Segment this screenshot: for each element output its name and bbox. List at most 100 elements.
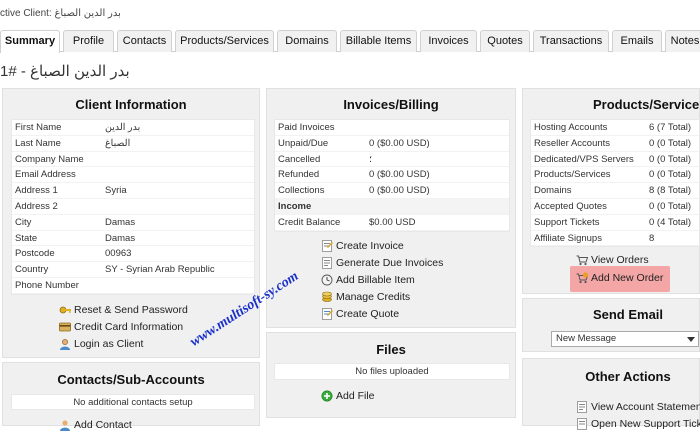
invoices-table: Paid Invoices Unpaid/Due 0 ($0.00 USD) Ca… (274, 119, 510, 232)
row-label: Postcode (15, 248, 55, 260)
link-label: View Account Statement (591, 401, 700, 413)
row-value: 0 (4 Total) (649, 216, 692, 228)
row-value: 8 (649, 232, 655, 244)
row-value: 0 (0 Total) (649, 200, 692, 212)
table-row: Email Address (12, 167, 254, 184)
row-value: 0 (0 Total) (649, 169, 692, 181)
tab-emails[interactable]: Emails (612, 30, 662, 52)
select-value: New Message (556, 333, 617, 344)
active-client-label: ctive Client: بدر الدين الصباغ (0, 8, 121, 19)
user-add-icon (60, 420, 70, 431)
statement-icon (577, 401, 587, 413)
row-label: Products/Services (534, 169, 611, 181)
table-row: Affiliate Signups 8 (531, 231, 699, 247)
row-value: $0.00 USD (369, 216, 416, 228)
quote-icon (322, 308, 333, 320)
row-value: 8 (8 Total) (649, 185, 692, 197)
link-label: Add New Order (591, 272, 664, 284)
row-label: Address 1 (15, 185, 58, 197)
tab-bar: Summary Profile Contacts Products/Servic… (0, 30, 700, 53)
row-value: الصباغ (105, 137, 131, 149)
row-label: Company Name (15, 153, 84, 165)
clock-icon (321, 274, 333, 286)
send-email-title: Send Email (592, 307, 664, 322)
link-label: Open New Support Ticket (591, 418, 700, 430)
row-label: Last Name (15, 137, 61, 149)
ticket-icon (577, 418, 587, 430)
generate-icon (322, 257, 332, 269)
table-row: Phone Number (12, 278, 254, 294)
row-label: Income (278, 200, 312, 212)
table-row: Income (275, 198, 509, 215)
row-value: Syria (105, 185, 127, 197)
table-row: Collections 0 ($0.00 USD) (275, 183, 509, 199)
client-info-table: First Name بدر الدين Last Name الصباغ Comp… (11, 119, 255, 295)
link-label: Create Invoice (336, 240, 404, 252)
link-label: Manage Credits (336, 291, 411, 303)
row-label: City (15, 216, 32, 228)
tab-invoices[interactable]: Invoices (420, 30, 477, 52)
files-title: Files (376, 342, 406, 357)
products-table: Hosting Accounts 6 (7 Total) Reseller Acc… (530, 119, 700, 248)
row-label: Dedicated/VPS Servers (534, 153, 634, 165)
row-value: 6 (7 Total) (649, 122, 692, 133)
tab-domains[interactable]: Domains (277, 30, 337, 52)
row-value: 0 (0 Total) (649, 137, 692, 149)
link-label: Login as Client (74, 338, 144, 350)
row-value: 00963 (105, 248, 132, 260)
other-actions-panel: Other Actions (522, 358, 700, 426)
row-value: ؛ (369, 153, 373, 165)
table-row: Refunded 0 ($0.00 USD) (275, 167, 509, 184)
row-label: Paid Invoices (278, 122, 335, 133)
row-label: Accepted Quotes (534, 200, 607, 212)
row-label: Unpaid/Due (278, 137, 329, 149)
row-label: Country (15, 264, 49, 276)
table-row: Last Name الصباغ (12, 136, 254, 152)
link-label: Create Quote (336, 308, 400, 320)
table-row: Address 1 Syria (12, 183, 254, 199)
link-label: Add Billable Item (336, 274, 415, 286)
table-row: Support Tickets 0 (4 Total) (531, 215, 699, 231)
tab-contacts[interactable]: Contacts (117, 30, 172, 52)
tab-notes[interactable]: Notes (665, 30, 700, 52)
tab-summary[interactable]: Summary (0, 30, 60, 53)
row-value: بدر الدين (105, 122, 141, 133)
link-label: Add Contact (74, 419, 132, 431)
contacts-panel: Contacts/Sub-Accounts No additional cont… (2, 362, 260, 431)
row-label: Collections (278, 185, 325, 197)
invoices-title: Invoices/Billing (343, 97, 439, 112)
tab-billable-items[interactable]: Billable Items (340, 30, 417, 52)
table-row: Accepted Quotes 0 (0 Total) (531, 199, 699, 215)
no-contacts-message: No additional contacts setup (11, 394, 255, 410)
row-label: Address 2 (15, 200, 58, 212)
credits-icon (322, 291, 332, 302)
invoice-icon (322, 240, 333, 252)
tab-transactions[interactable]: Transactions (533, 30, 609, 52)
other-actions-title: Other Actions (585, 369, 671, 384)
table-row: Postcode 00963 (12, 246, 254, 263)
email-template-select[interactable]: New Message (551, 331, 699, 347)
table-row: Reseller Accounts 0 (0 Total) (531, 136, 699, 152)
tab-products-services[interactable]: Products/Services (175, 30, 274, 52)
link-label: Add File (336, 390, 375, 402)
link-label: Generate Due Invoices (336, 257, 444, 269)
row-label: Hosting Accounts (534, 122, 608, 133)
files-panel: Files No files uploaded Add File (266, 332, 516, 418)
row-label: Support Tickets (534, 216, 600, 228)
cart-add-icon (576, 272, 588, 284)
row-label: Email Address (15, 169, 76, 181)
table-row: Hosting Accounts 6 (7 Total) (531, 120, 699, 136)
row-label: Refunded (278, 169, 320, 181)
row-label: Reseller Accounts (534, 137, 611, 149)
table-row: First Name بدر الدين (12, 120, 254, 136)
page-title: بدر الدين الصباغ - #1 (0, 63, 130, 80)
table-row: Domains 8 (8 Total) (531, 183, 699, 199)
tab-quotes[interactable]: Quotes (480, 30, 530, 52)
table-row: Products/Services 0 (0 Total) (531, 167, 699, 184)
client-info-title: Client Information (75, 97, 187, 112)
tab-profile[interactable]: Profile (63, 30, 114, 52)
link-label: View Orders (591, 254, 649, 266)
table-row: Address 2 (12, 199, 254, 215)
row-value: Damas (105, 232, 136, 244)
table-row: State Damas (12, 231, 254, 247)
